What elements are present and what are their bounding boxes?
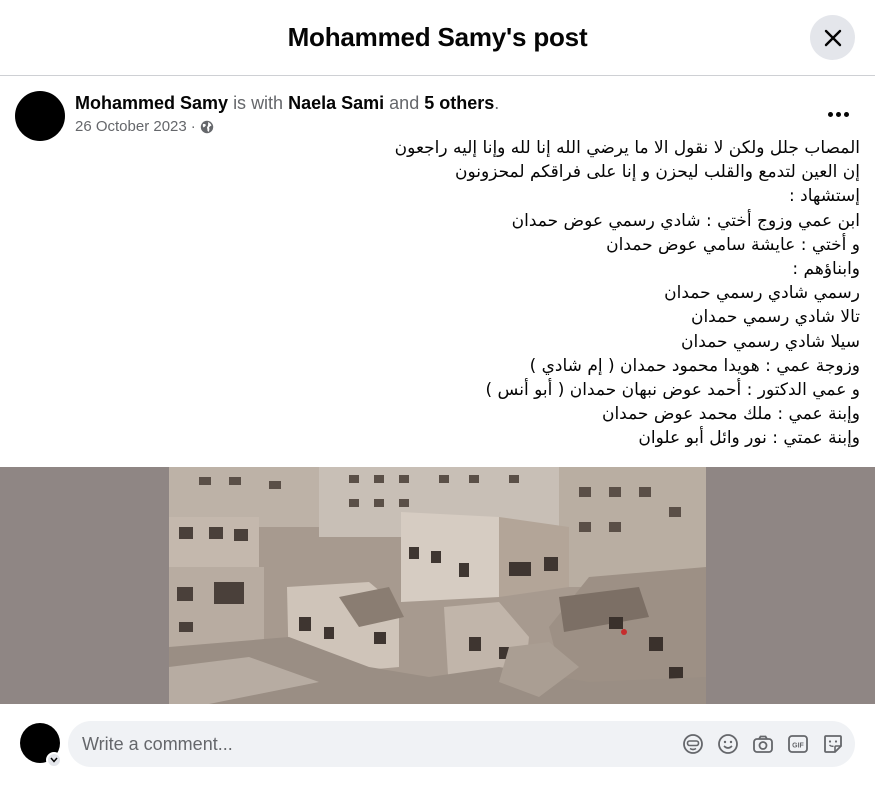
post-date[interactable]: 26 October 2023 [75,118,187,135]
post-photo [169,467,706,704]
page-title: Mohammed Samy's post [287,22,588,52]
author-line: Mohammed Samy is with Naela Sami and 5 o… [75,93,500,113]
post-line: رسمي شادي رسمي حمدان [664,283,860,304]
close-icon [824,29,841,46]
and-text: and [389,93,420,113]
close-button[interactable] [810,15,855,60]
emoji-icon[interactable] [716,732,740,756]
comment-bar: GIF [0,704,875,788]
post-dialog-header: Mohammed Samy's post [0,0,875,76]
chevron-down-icon [50,757,58,763]
post-line: إستشهاد : [789,186,860,207]
post-text: المصاب جلل ولكن لا نقول الا ما يرضي الله… [300,136,860,451]
post-line: و عمي الدكتور : أحمد عوض نبهان حمدان ( أ… [485,380,860,401]
post-line: وإبنة عمتي : نور وائل أبو علوان [638,428,860,449]
post-image-container[interactable] [0,467,875,704]
post-line: إن العين لتدمع والقلب ليحزن و إنا على فر… [455,162,860,183]
author-name[interactable]: Mohammed Samy [75,93,228,113]
comment-input[interactable] [82,721,662,767]
post-line: وابناؤهم : [792,259,860,280]
svg-text:GIF: GIF [792,743,804,750]
post-line: وإبنة عمي : ملك محمد عوض حمدان [601,404,860,425]
post-line: ابن عمي وزوج أختي : شادي رسمي عوض حمدان [511,210,860,231]
post-line: و أختي : عايشة سامي عوض حمدان [606,234,860,255]
avatar-sticker-icon[interactable] [681,732,705,756]
comment-icons: GIF [681,732,845,756]
profile-switch-button[interactable] [46,752,62,768]
post-meta: 26 October 2023 · [75,118,214,135]
post-line: تالا شادي رسمي حمدان [690,307,860,328]
sticker-icon[interactable] [821,732,845,756]
camera-icon[interactable] [751,732,775,756]
with-text: is with [233,93,284,113]
more-options-button[interactable] [823,102,853,126]
meta-separator: · [190,118,196,135]
post-line: المصاب جلل ولكن لا نقول الا ما يرضي الله… [394,138,860,158]
tagged-others[interactable]: 5 others [424,93,494,113]
gif-icon[interactable]: GIF [786,732,810,756]
post-line: سيلا شادي رسمي حمدان [681,331,860,352]
post-line: وزوجة عمي : هويدا محمود حمدان ( إم شادي … [529,355,860,376]
more-dot-icon [827,111,833,117]
avatar[interactable] [15,91,65,141]
globe-icon [200,120,213,133]
tagged-person[interactable]: Naela Sami [288,93,384,113]
comment-box[interactable]: GIF [68,721,855,767]
